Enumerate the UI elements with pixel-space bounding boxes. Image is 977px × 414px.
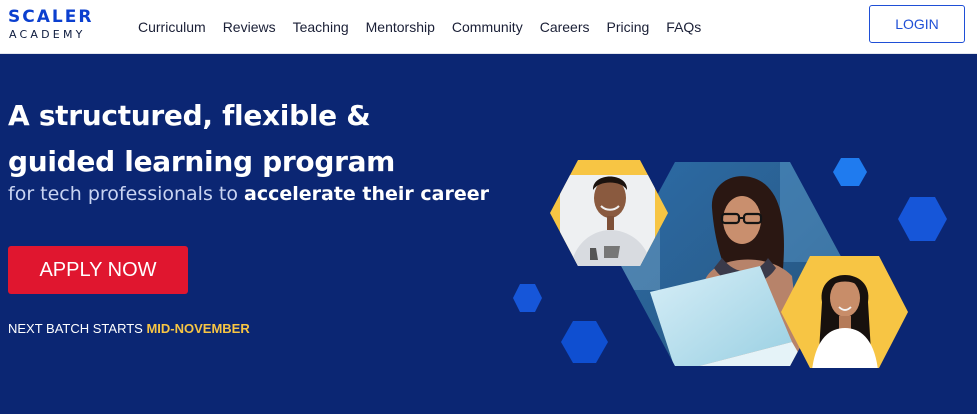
nav-link-curriculum[interactable]: Curriculum <box>138 19 206 35</box>
hero-illustration <box>513 158 947 368</box>
apply-now-button[interactable]: APPLY NOW <box>8 246 188 294</box>
main-nav: Curriculum Reviews Teaching Mentorship C… <box>138 0 718 54</box>
logo-wordmark-top: SCALER <box>8 7 94 27</box>
nav-link-community[interactable]: Community <box>452 19 523 35</box>
hexagon-shape-left-large <box>561 321 608 363</box>
hexagon-shape-left-small <box>513 284 542 312</box>
hexagon-shape-top-right <box>833 158 867 186</box>
nav-link-mentorship[interactable]: Mentorship <box>366 19 435 35</box>
nav-link-teaching[interactable]: Teaching <box>293 19 349 35</box>
nav-link-reviews[interactable]: Reviews <box>223 19 276 35</box>
hero-headline: A structured, flexible & guided learning… <box>8 93 488 185</box>
scaler-academy-logo[interactable]: SCALER ACADEMY <box>8 8 104 44</box>
nav-link-faqs[interactable]: FAQs <box>666 19 701 35</box>
nav-link-pricing[interactable]: Pricing <box>607 19 650 35</box>
subline-prefix: for tech professionals to <box>8 183 245 205</box>
headline-line-1: A structured, flexible & <box>8 99 371 132</box>
subline-emphasis: accelerate their career <box>244 183 490 205</box>
logo-wordmark-bottom: ACADEMY <box>9 28 86 41</box>
login-button[interactable]: LOGIN <box>869 5 965 43</box>
top-navbar: SCALER ACADEMY Curriculum Reviews Teachi… <box>0 0 977 54</box>
batch-prefix: NEXT BATCH STARTS <box>8 321 147 336</box>
hexagon-shape-far-right <box>898 197 947 241</box>
nav-link-careers[interactable]: Careers <box>540 19 590 35</box>
batch-date: MID-NOVEMBER <box>146 321 250 336</box>
hero-subheadline: for tech professionals to accelerate the… <box>8 183 489 205</box>
headline-line-2: guided learning program <box>8 145 396 178</box>
next-batch-notice: NEXT BATCH STARTS MID-NOVEMBER <box>8 321 250 336</box>
